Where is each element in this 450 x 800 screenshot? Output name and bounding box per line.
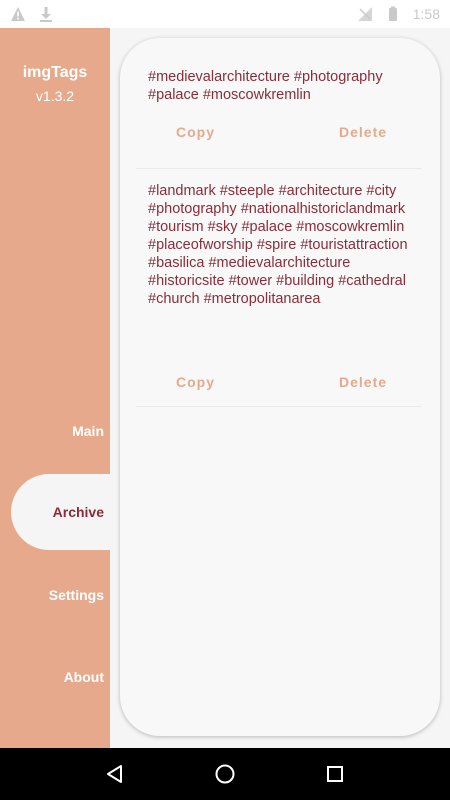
copy-button[interactable]: Copy xyxy=(176,374,215,390)
sidebar-item-about[interactable]: About xyxy=(64,669,104,685)
copy-button[interactable]: Copy xyxy=(176,124,215,140)
archive-entry: #landmark #steeple #architecture #city #… xyxy=(136,178,422,407)
status-bar: 1:58 xyxy=(0,0,450,28)
delete-button[interactable]: Delete xyxy=(339,124,387,140)
archive-entry: #medievalarchitecture #photography #pala… xyxy=(136,64,422,169)
home-icon[interactable] xyxy=(213,762,237,786)
tag-text: #landmark #steeple #architecture #city #… xyxy=(148,183,408,307)
archive-panel: #medievalarchitecture #photography #pala… xyxy=(120,38,440,736)
sidebar-item-main[interactable]: Main xyxy=(72,423,104,439)
signal-icon xyxy=(357,6,373,22)
status-right: 1:58 xyxy=(357,6,440,22)
app-title: imgTags xyxy=(22,64,88,81)
download-icon xyxy=(38,6,54,22)
recents-icon[interactable] xyxy=(323,762,347,786)
back-icon[interactable] xyxy=(103,762,127,786)
app-version: v1.3.2 xyxy=(35,88,75,104)
sidebar: imgTags v1.3.2 Main Settings About xyxy=(0,28,110,748)
sidebar-item-settings[interactable]: Settings xyxy=(49,587,104,603)
sidebar-item-archive-label: Archive xyxy=(52,504,104,520)
battery-icon xyxy=(385,6,401,22)
warning-icon xyxy=(10,6,26,22)
navigation-bar xyxy=(0,748,450,800)
status-time: 1:58 xyxy=(412,6,440,22)
status-left xyxy=(10,6,54,22)
delete-button[interactable]: Delete xyxy=(339,374,387,390)
tag-text: #medievalarchitecture #photography #pala… xyxy=(148,69,383,103)
sidebar-item-archive[interactable]: Archive xyxy=(11,474,110,550)
